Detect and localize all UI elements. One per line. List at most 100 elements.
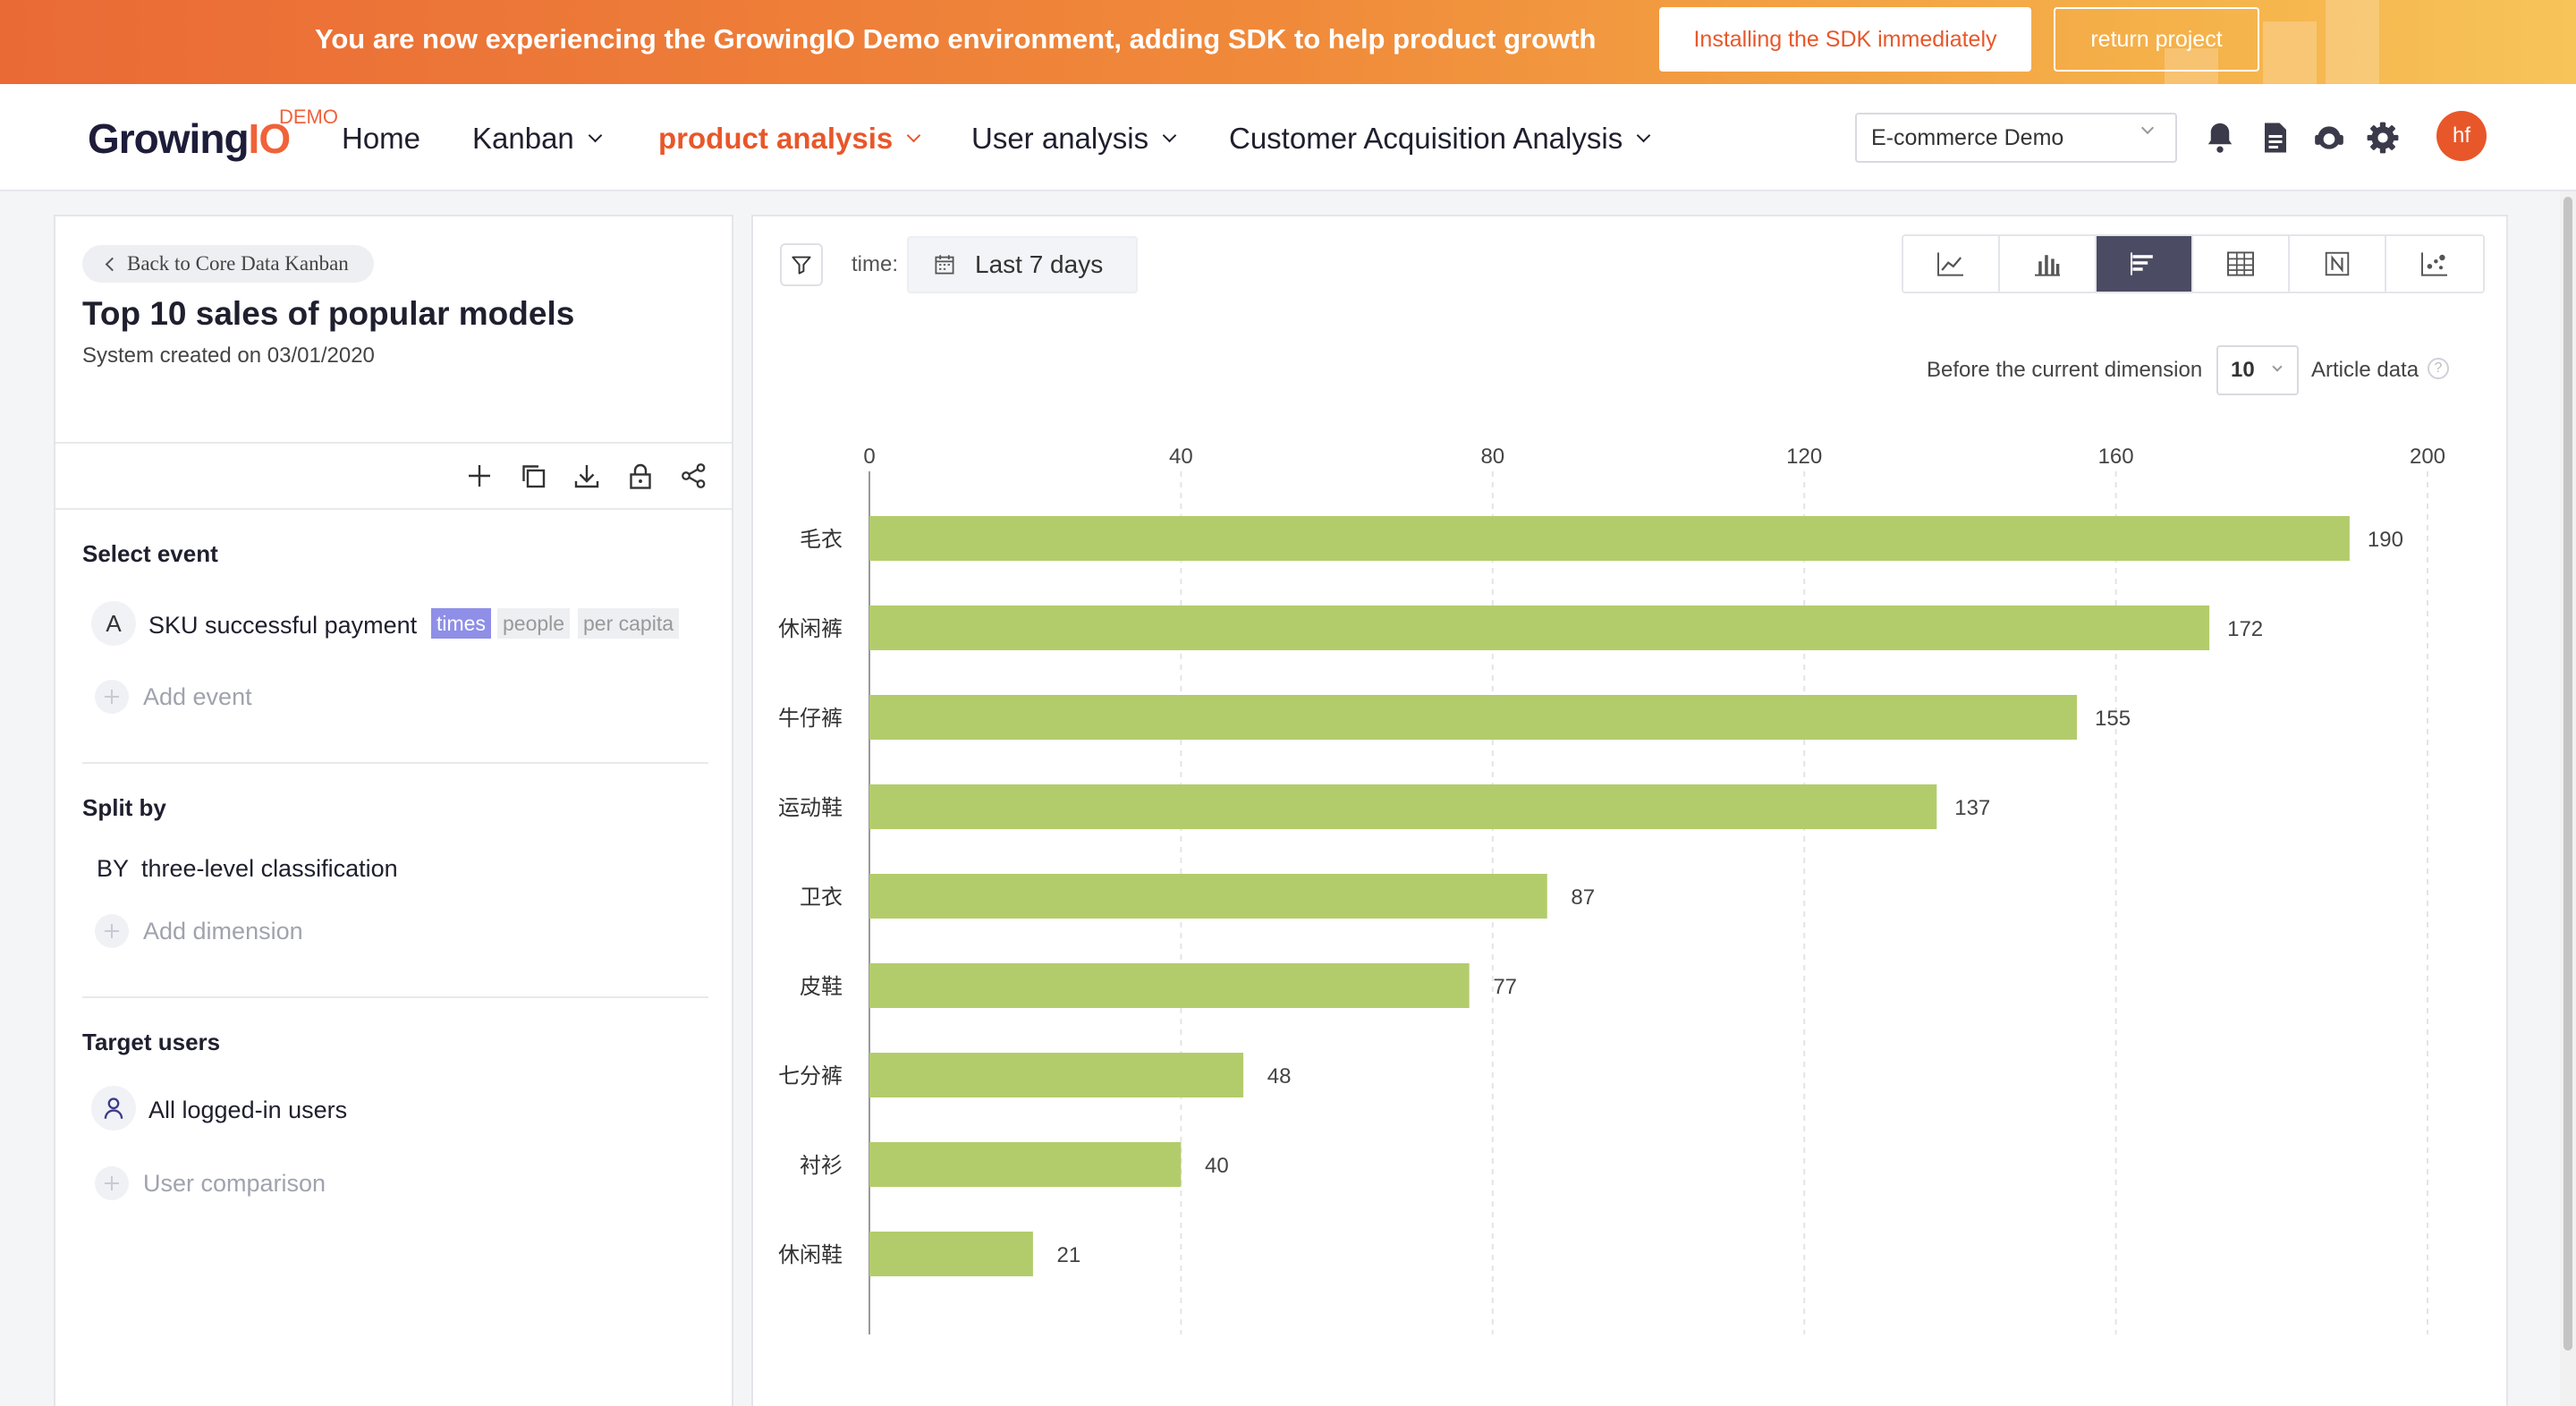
add-dimension-button[interactable]: Add dimension <box>95 914 303 948</box>
query-panel: Back to Core Data Kanban Top 10 sales of… <box>54 215 733 1406</box>
add-icon <box>95 1166 129 1200</box>
category-label: 毛衣 <box>800 527 843 552</box>
metric-people[interactable]: people <box>497 608 571 639</box>
category-label: 运动鞋 <box>778 795 843 820</box>
metric-per-capita[interactable]: per capita <box>578 608 680 639</box>
share-icon[interactable] <box>676 458 712 494</box>
back-label: Back to Core Data Kanban <box>127 252 349 275</box>
growingio-logo[interactable]: GrowingIO <box>88 114 291 163</box>
gear-icon[interactable] <box>2363 118 2402 157</box>
user-comparison-button[interactable]: User comparison <box>95 1166 326 1200</box>
return-project-button[interactable]: return project <box>2054 7 2259 72</box>
bar <box>869 695 2078 740</box>
category-label: 七分裤 <box>778 1063 843 1088</box>
project-select[interactable]: E-commerce Demo <box>1855 113 2177 163</box>
demo-banner: You are now experiencing the GrowingIO D… <box>0 0 2576 84</box>
top-nav: GrowingIO DEMO Home Kanban product analy… <box>0 84 2576 191</box>
split-dimension[interactable]: three-level classification <box>141 855 398 883</box>
bell-icon[interactable] <box>2200 118 2240 157</box>
chart-panel: time: Last 7 days Before the current dim… <box>751 215 2508 1406</box>
nav-home[interactable]: Home <box>342 122 420 156</box>
nav-user-analysis-label: User analysis <box>971 122 1149 155</box>
add-icon <box>95 914 129 948</box>
nav-user-analysis[interactable]: User analysis <box>971 122 1177 156</box>
data-label: 87 <box>1571 885 1595 910</box>
bar-chart: 0 40 80 120 160 200 毛衣 190 休闲裤 172 牛仔裤 155 运动鞋 137 卫衣 8… <box>778 445 2445 1334</box>
bar <box>869 1053 1244 1097</box>
document-icon[interactable] <box>2256 118 2295 157</box>
bar <box>869 784 1937 829</box>
category-label: 休闲裤 <box>778 616 843 641</box>
category-label: 牛仔裤 <box>778 706 843 731</box>
back-to-kanban-button[interactable]: Back to Core Data Kanban <box>82 245 374 283</box>
nav-product-analysis-label: product analysis <box>658 122 894 155</box>
nav-product-analysis[interactable]: product analysis <box>658 122 921 156</box>
select-event-heading: Select event <box>82 540 218 567</box>
data-label: 155 <box>2095 707 2131 731</box>
support-icon[interactable] <box>2309 118 2349 157</box>
split-by-heading: Split by <box>82 794 166 821</box>
add-dimension-label: Add dimension <box>143 917 303 944</box>
data-label: 77 <box>1493 975 1517 999</box>
chevron-left-icon <box>105 257 120 272</box>
add-icon <box>95 680 129 714</box>
data-label: 40 <box>1205 1154 1229 1178</box>
user-icon <box>91 1086 136 1131</box>
nav-home-label: Home <box>342 122 421 155</box>
data-label: 48 <box>1267 1064 1292 1088</box>
copy-icon[interactable] <box>515 458 551 494</box>
bar <box>869 606 2210 650</box>
category-label: 卫衣 <box>800 885 843 910</box>
logo-text: Growing <box>88 115 250 162</box>
banner-message: You are now experiencing the GrowingIO D… <box>315 23 1597 55</box>
demo-badge: DEMO <box>279 106 338 128</box>
chevron-down-icon <box>1162 128 1177 142</box>
metric-times[interactable]: times <box>431 608 491 639</box>
user-comparison-label: User comparison <box>143 1169 326 1197</box>
add-event-button[interactable]: Add event <box>95 680 252 714</box>
target-users-value[interactable]: All logged-in users <box>148 1097 347 1124</box>
install-sdk-button[interactable]: Installing the SDK immediately <box>1659 7 2031 72</box>
bar <box>869 1142 1182 1187</box>
divider <box>82 762 708 764</box>
data-label: 137 <box>1954 796 1990 820</box>
scrollbar-thumb[interactable] <box>2563 197 2572 1351</box>
nav-kanban[interactable]: Kanban <box>472 122 603 156</box>
event-letter-badge: A <box>91 601 136 646</box>
bar <box>869 963 1470 1008</box>
bar <box>869 516 2350 561</box>
divider <box>82 996 708 998</box>
nav-customer-acquisition-label: Customer Acquisition Analysis <box>1229 122 1623 155</box>
x-tick-label: 80 <box>1480 445 1504 469</box>
bar <box>869 1232 1033 1276</box>
x-tick-label: 0 <box>863 445 875 469</box>
split-by-prefix: BY <box>97 855 130 882</box>
data-label: 190 <box>2368 528 2403 552</box>
category-label: 皮鞋 <box>800 974 843 999</box>
chevron-down-icon <box>2140 121 2155 135</box>
divider <box>55 508 732 510</box>
add-event-label: Add event <box>143 682 252 710</box>
chevron-down-icon <box>588 128 603 142</box>
bar <box>869 874 1547 919</box>
event-name[interactable]: SKU successful payment <box>148 612 417 639</box>
target-users-heading: Target users <box>82 1029 221 1055</box>
x-tick-label: 160 <box>2098 445 2134 469</box>
nav-kanban-label: Kanban <box>472 122 574 155</box>
category-label: 衬衫 <box>800 1153 843 1178</box>
avatar[interactable]: hf <box>2436 111 2487 161</box>
x-tick-label: 40 <box>1169 445 1193 469</box>
chevron-down-icon <box>1636 128 1651 142</box>
banner-decoration <box>2263 21 2317 84</box>
page-title: Top 10 sales of popular models <box>82 295 575 332</box>
nav-customer-acquisition[interactable]: Customer Acquisition Analysis <box>1229 122 1651 156</box>
lock-icon[interactable] <box>623 458 658 494</box>
x-tick-label: 120 <box>1786 445 1822 469</box>
created-date: System created on 03/01/2020 <box>82 343 375 368</box>
project-select-value: E-commerce Demo <box>1871 124 2064 150</box>
divider <box>55 442 732 444</box>
download-icon[interactable] <box>569 458 605 494</box>
page-scrollbar[interactable] <box>2560 191 2576 1406</box>
plus-icon[interactable] <box>462 458 497 494</box>
chevron-down-icon <box>906 128 921 142</box>
